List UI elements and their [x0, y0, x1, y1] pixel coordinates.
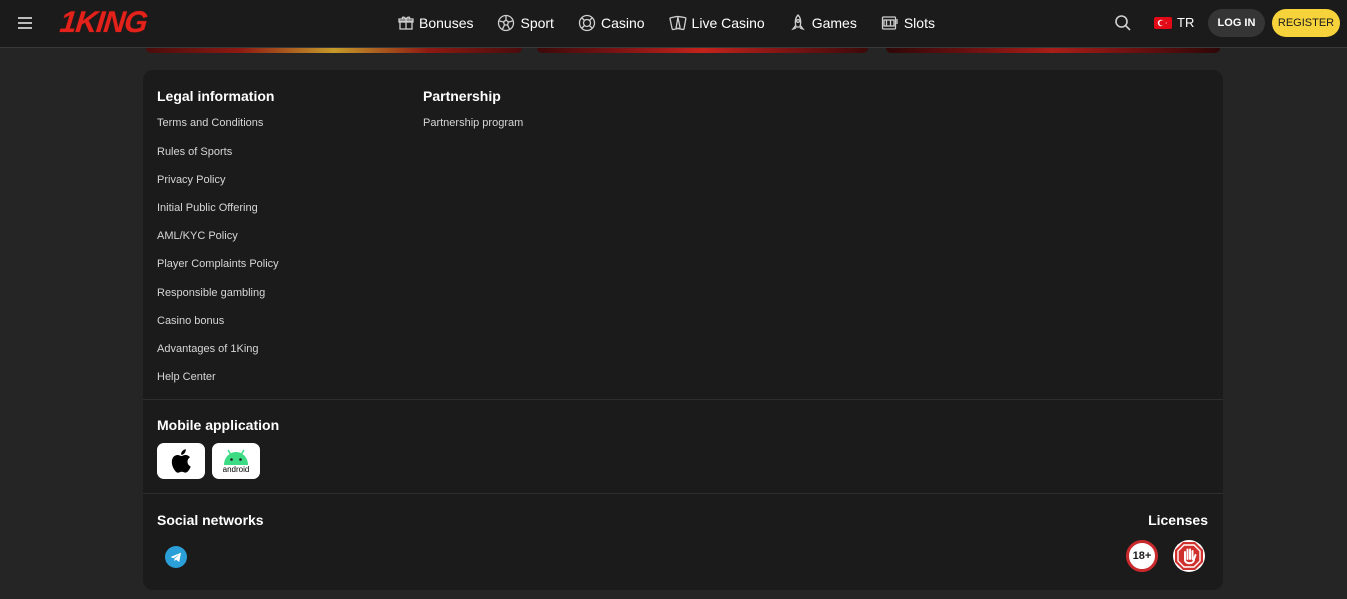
footer-link[interactable]: Partnership program	[423, 117, 523, 129]
age-restriction-badge[interactable]: 18+	[1126, 540, 1158, 572]
footer-divider	[143, 493, 1223, 494]
nav-casino[interactable]: Casino	[578, 0, 645, 46]
nav-slots-label: Slots	[903, 15, 935, 31]
casino-chip-icon	[578, 14, 596, 32]
footer-link[interactable]: Rules of Sports	[157, 146, 232, 158]
language-code: TR	[1177, 15, 1195, 30]
turkey-flag-icon	[1154, 16, 1172, 29]
hamburger-menu-icon[interactable]	[18, 14, 38, 32]
stop-hand-icon[interactable]	[1173, 540, 1205, 572]
footer-link[interactable]: Player Complaints Policy	[157, 258, 279, 270]
footer-link[interactable]: AML/KYC Policy	[157, 230, 238, 242]
nav-casino-label: Casino	[600, 15, 645, 31]
nav-sport-label: Sport	[520, 15, 554, 31]
android-app-button[interactable]: android	[212, 443, 260, 479]
social-networks-title: Social networks	[157, 512, 264, 528]
mobile-app-title: Mobile application	[157, 417, 280, 433]
footer-link[interactable]: Terms and Conditions	[157, 117, 263, 129]
licenses-title: Licenses	[1148, 512, 1208, 528]
site-logo[interactable]: 1KING	[58, 6, 148, 40]
partnership-title: Partnership	[423, 88, 501, 104]
footer-link[interactable]: Privacy Policy	[157, 174, 225, 186]
search-icon[interactable]	[1114, 14, 1132, 32]
language-selector[interactable]: TR	[1154, 15, 1194, 30]
footer-link[interactable]: Help Center	[157, 371, 216, 383]
ios-app-button[interactable]	[157, 443, 205, 479]
footer-link[interactable]: Advantages of 1King	[157, 343, 259, 355]
site-footer: Legal information Terms and Conditions R…	[143, 70, 1223, 590]
register-button[interactable]: REGISTER	[1272, 9, 1340, 37]
legal-info-title: Legal information	[157, 88, 275, 104]
gift-icon	[398, 16, 414, 30]
top-header: 1KING Bonuses Sport Casino Live Casino G…	[0, 0, 1347, 48]
nav-bonuses[interactable]: Bonuses	[398, 0, 473, 46]
nav-slots[interactable]: Slots	[881, 0, 935, 46]
nav-bonuses-label: Bonuses	[419, 15, 474, 31]
footer-link[interactable]: Casino bonus	[157, 315, 224, 327]
soccer-ball-icon	[498, 14, 515, 32]
nav-games-label: Games	[811, 15, 857, 31]
nav-games[interactable]: Games	[789, 0, 857, 46]
nav-sport[interactable]: Sport	[497, 0, 554, 46]
main-nav: Bonuses Sport Casino Live Casino Games S…	[398, 0, 959, 46]
footer-divider	[143, 399, 1223, 400]
age-badge-label: 18+	[1132, 550, 1152, 562]
android-label: android	[222, 464, 250, 474]
slot-machine-icon	[881, 16, 898, 30]
playing-cards-icon	[668, 15, 687, 31]
telegram-icon[interactable]	[165, 546, 187, 568]
promo-banner-edge[interactable]	[537, 48, 868, 53]
footer-link[interactable]: Initial Public Offering	[157, 202, 258, 214]
apple-icon	[171, 449, 191, 473]
nav-live-casino[interactable]: Live Casino	[668, 0, 765, 46]
login-button[interactable]: LOG IN	[1208, 9, 1265, 37]
nav-live-casino-label: Live Casino	[691, 15, 765, 31]
footer-link[interactable]: Responsible gambling	[157, 287, 265, 299]
promo-banner-edge[interactable]	[886, 48, 1220, 53]
promo-banner-edge[interactable]	[146, 48, 522, 53]
android-icon	[224, 449, 248, 465]
rocket-icon	[790, 14, 805, 31]
